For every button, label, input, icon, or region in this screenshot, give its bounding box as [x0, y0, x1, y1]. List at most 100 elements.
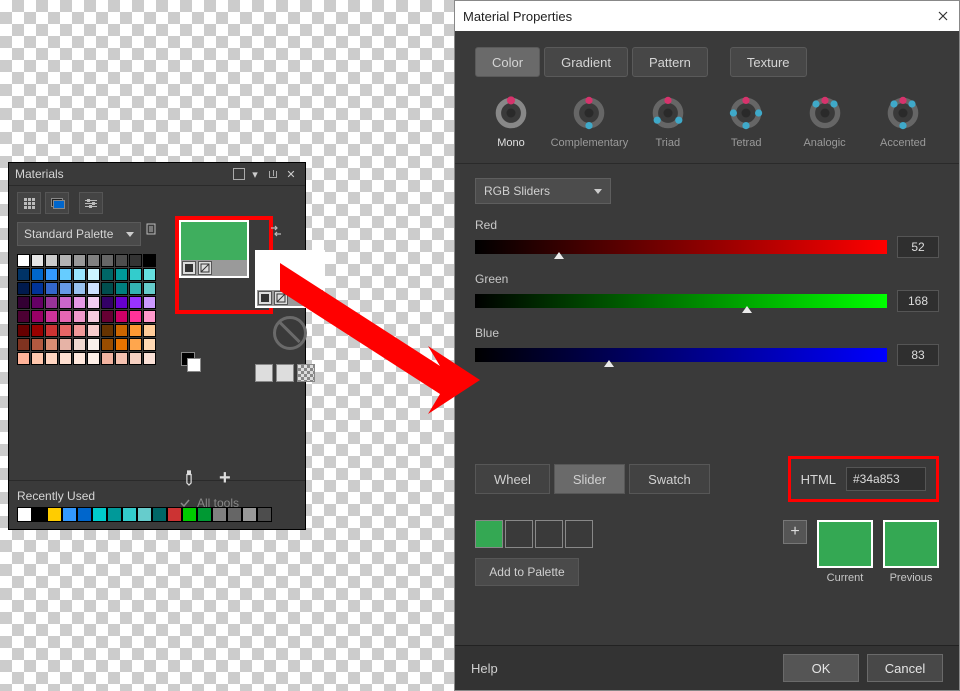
palette-swatch[interactable]	[45, 296, 58, 309]
recent-swatch[interactable]	[62, 507, 77, 522]
recent-swatch[interactable]	[92, 507, 107, 522]
palette-swatch[interactable]	[73, 352, 86, 365]
texture-slot-1[interactable]	[255, 364, 273, 382]
previous-color-swatch[interactable]	[883, 520, 939, 568]
palette-swatch[interactable]	[73, 268, 86, 281]
close-icon[interactable]	[935, 8, 951, 24]
green-value-input[interactable]: 168	[897, 290, 939, 312]
recent-swatch[interactable]	[122, 507, 137, 522]
view-wheel-button[interactable]: Wheel	[475, 464, 550, 494]
palette-swatch[interactable]	[129, 282, 142, 295]
palette-swatch[interactable]	[17, 282, 30, 295]
palette-swatch[interactable]	[31, 268, 44, 281]
palette-swatch[interactable]	[31, 254, 44, 267]
swatch-style-solid-icon[interactable]	[182, 261, 196, 275]
recent-swatch[interactable]	[242, 507, 257, 522]
palette-swatch[interactable]	[129, 296, 142, 309]
background-material-swatch[interactable]	[255, 250, 325, 308]
palette-swatch[interactable]	[129, 254, 142, 267]
palette-swatch[interactable]	[115, 310, 128, 323]
harmony-triad[interactable]: Triad	[632, 95, 704, 149]
palette-swatch[interactable]	[59, 338, 72, 351]
palette-swatch[interactable]	[87, 338, 100, 351]
recent-swatch[interactable]	[32, 507, 47, 522]
harmony-mono[interactable]: Mono	[475, 95, 547, 149]
palette-swatch[interactable]	[115, 324, 128, 337]
palette-swatch[interactable]	[17, 296, 30, 309]
view-swatches-button[interactable]	[17, 192, 41, 214]
palette-swatch[interactable]	[45, 352, 58, 365]
palette-swatch[interactable]	[129, 310, 142, 323]
palette-swatch[interactable]	[45, 268, 58, 281]
recent-swatch[interactable]	[77, 507, 92, 522]
palette-swatch[interactable]	[73, 324, 86, 337]
palette-swatch[interactable]	[101, 282, 114, 295]
palette-swatch[interactable]	[73, 338, 86, 351]
recent-swatch[interactable]	[137, 507, 152, 522]
palette-swatch[interactable]	[59, 296, 72, 309]
palette-swatch[interactable]	[143, 352, 156, 365]
palette-swatch[interactable]	[17, 268, 30, 281]
texture-slot-3[interactable]	[297, 364, 315, 382]
palette-swatch[interactable]	[101, 254, 114, 267]
palette-swatch[interactable]	[17, 254, 30, 267]
close-icon[interactable]: ✕	[283, 166, 299, 182]
red-slider[interactable]	[475, 240, 887, 254]
palette-swatch[interactable]	[17, 352, 30, 365]
blue-value-input[interactable]: 83	[897, 344, 939, 366]
palette-swatch[interactable]	[31, 296, 44, 309]
palette-swatch[interactable]	[31, 324, 44, 337]
palette-slot[interactable]	[565, 520, 593, 548]
view-sliders-button[interactable]	[79, 192, 103, 214]
palette-swatch[interactable]	[31, 338, 44, 351]
window-restore-icon[interactable]	[233, 168, 245, 180]
palette-swatch[interactable]	[31, 352, 44, 365]
palette-swatch[interactable]	[143, 282, 156, 295]
dialog-titlebar[interactable]: Material Properties	[455, 1, 959, 31]
palette-swatch[interactable]	[115, 352, 128, 365]
harmony-tetrad[interactable]: Tetrad	[710, 95, 782, 149]
palette-swatch[interactable]	[59, 324, 72, 337]
recent-swatch[interactable]	[152, 507, 167, 522]
palette-swatch[interactable]	[73, 296, 86, 309]
palette-slot[interactable]	[535, 520, 563, 548]
palette-swatch[interactable]	[31, 282, 44, 295]
palette-swatch[interactable]	[59, 268, 72, 281]
red-slider-thumb[interactable]	[554, 252, 564, 259]
cancel-button[interactable]: Cancel	[867, 654, 943, 682]
no-material-icon[interactable]	[273, 316, 307, 350]
palette-swatch[interactable]	[87, 254, 100, 267]
window-menu-icon[interactable]: ▾	[247, 166, 263, 182]
palette-dropdown[interactable]: Standard Palette	[17, 222, 141, 246]
palette-options-button[interactable]	[145, 223, 165, 245]
palette-swatch[interactable]	[59, 282, 72, 295]
palette-swatch[interactable]	[17, 310, 30, 323]
palette-swatch[interactable]	[143, 310, 156, 323]
harmony-complementary[interactable]: Complementary	[553, 95, 625, 149]
palette-swatch[interactable]	[143, 324, 156, 337]
palette-swatch[interactable]	[87, 282, 100, 295]
palette-swatch[interactable]	[87, 324, 100, 337]
palette-swatch[interactable]	[143, 268, 156, 281]
tab-gradient[interactable]: Gradient	[544, 47, 628, 77]
palette-swatch[interactable]	[45, 282, 58, 295]
eyedropper-icon[interactable]	[178, 467, 201, 490]
palette-swatch[interactable]	[31, 310, 44, 323]
palette-swatch[interactable]	[87, 310, 100, 323]
add-to-palette-button[interactable]: Add to Palette	[475, 558, 579, 586]
palette-swatch[interactable]	[101, 338, 114, 351]
ok-button[interactable]: OK	[783, 654, 859, 682]
check-icon[interactable]	[179, 497, 191, 509]
palette-swatch[interactable]	[73, 254, 86, 267]
slider-mode-dropdown[interactable]: RGB Sliders	[475, 178, 611, 204]
palette-swatch-grid[interactable]	[17, 254, 165, 365]
html-value-input[interactable]: #34a853	[846, 467, 926, 491]
palette-swatch[interactable]	[115, 338, 128, 351]
palette-swatch[interactable]	[45, 324, 58, 337]
recent-swatch[interactable]	[107, 507, 122, 522]
palette-swatch[interactable]	[115, 254, 128, 267]
palette-swatch[interactable]	[115, 296, 128, 309]
palette-swatch[interactable]	[59, 310, 72, 323]
palette-swatch[interactable]	[17, 324, 30, 337]
swatch-style-solid-icon[interactable]	[258, 291, 272, 305]
